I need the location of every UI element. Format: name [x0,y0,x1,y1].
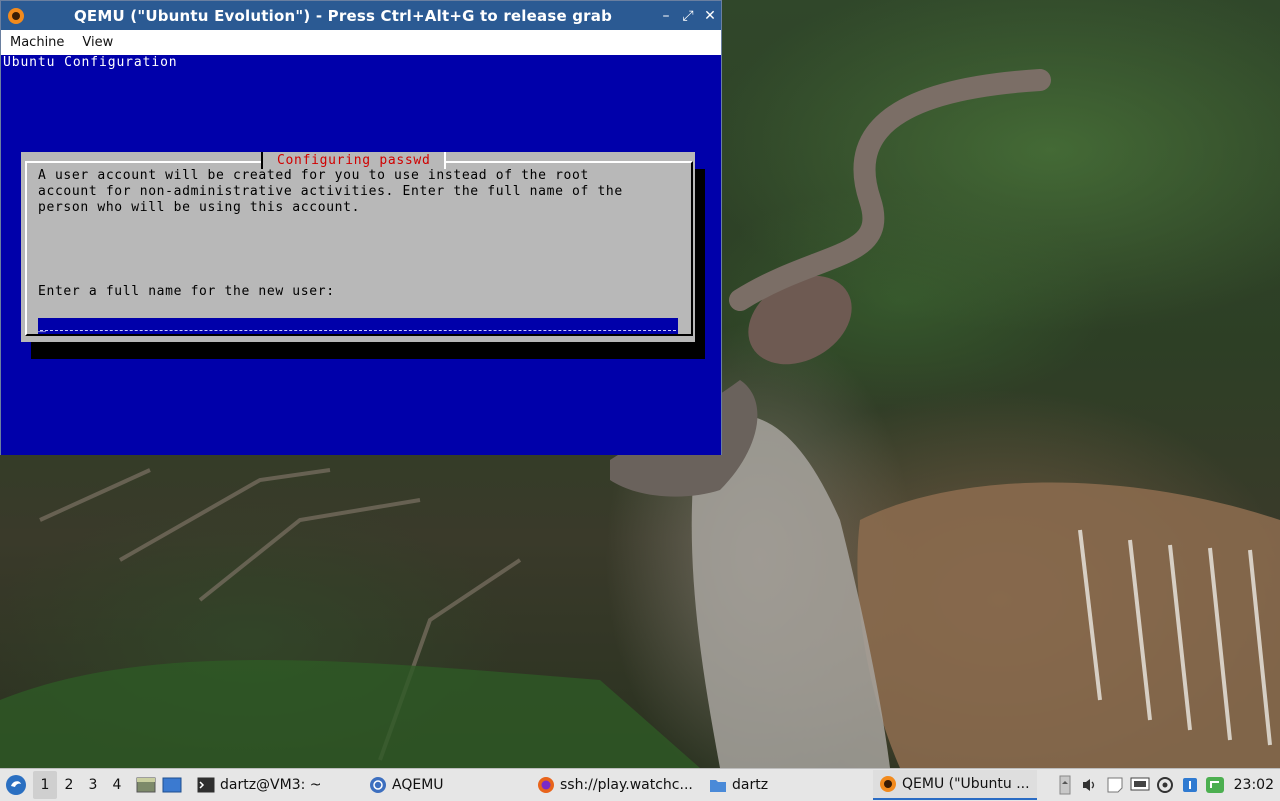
cancel-button[interactable]: <Cancel> [443,348,510,364]
task-label: AQEMU [392,777,444,793]
screen-header: Ubuntu Configuration [3,55,178,70]
task-terminal[interactable]: dartz@VM3: ~ [191,770,363,800]
task-aqemu[interactable]: AQEMU [363,770,531,800]
window-list-icon[interactable] [161,774,183,796]
task-label: dartz [732,777,769,793]
task-label: ssh://play.watchc... [560,777,693,793]
menu-machine[interactable]: Machine [1,35,73,50]
terminal-icon [197,776,215,794]
folder-icon [709,776,727,794]
scroll-up-icon[interactable] [1054,774,1076,796]
task-label: QEMU ("Ubuntu ... [902,776,1030,792]
volume-icon[interactable] [1079,774,1101,796]
qemu-icon [879,775,897,793]
task-firefox[interactable]: ssh://play.watchc... [531,770,703,800]
minimize-button[interactable]: – [655,8,677,24]
workspace-3[interactable]: 3 [81,771,105,799]
window-titlebar[interactable]: QEMU ("Ubuntu Evolution") - Press Ctrl+A… [1,1,721,30]
vm-display[interactable]: Ubuntu Configuration Configuring passwd … [1,55,721,455]
full-name-label: Enter a full name for the new user: [38,284,335,299]
task-qemu[interactable]: QEMU ("Ubuntu ... [873,770,1037,800]
update-icon[interactable] [1154,774,1176,796]
qemu-icon [7,7,25,25]
qemu-window[interactable]: QEMU ("Ubuntu Evolution") - Press Ctrl+A… [0,0,722,455]
window-title: QEMU ("Ubuntu Evolution") - Press Ctrl+A… [73,6,613,25]
task-label: dartz@VM3: ~ [220,777,322,793]
firefox-icon [537,776,555,794]
full-name-input[interactable]: _ [38,318,678,334]
xfce-start-icon[interactable] [5,774,27,796]
taskbar: 1 2 3 4 dartz@VM3: ~ AQEMU ssh://play.wa… [0,768,1280,801]
workspace-2[interactable]: 2 [57,771,81,799]
input-underline [40,330,676,331]
show-desktop-icon[interactable] [135,774,157,796]
system-tray: 23:02 [1053,774,1280,796]
close-button[interactable]: ✕ [699,8,721,24]
passwd-dialog: Configuring passwd A user account will b… [21,152,695,363]
ok-button[interactable]: <Ok> [201,348,235,364]
clock[interactable]: 23:02 [1234,777,1274,793]
notification-icon[interactable] [1179,774,1201,796]
menu-view[interactable]: View [73,35,122,50]
notes-icon[interactable] [1104,774,1126,796]
display-icon[interactable] [1129,774,1151,796]
menubar: Machine View [1,30,721,56]
dialog-title: Configuring passwd [261,152,447,169]
maximize-button[interactable]: ⤢ [677,8,699,24]
workspace-1[interactable]: 1 [33,771,57,799]
dialog-description: A user account will be created for you t… [38,168,623,215]
workspace-4[interactable]: 4 [105,771,129,799]
network-icon[interactable] [1204,774,1226,796]
aqemu-icon [369,776,387,794]
task-folder[interactable]: dartz [703,770,873,800]
